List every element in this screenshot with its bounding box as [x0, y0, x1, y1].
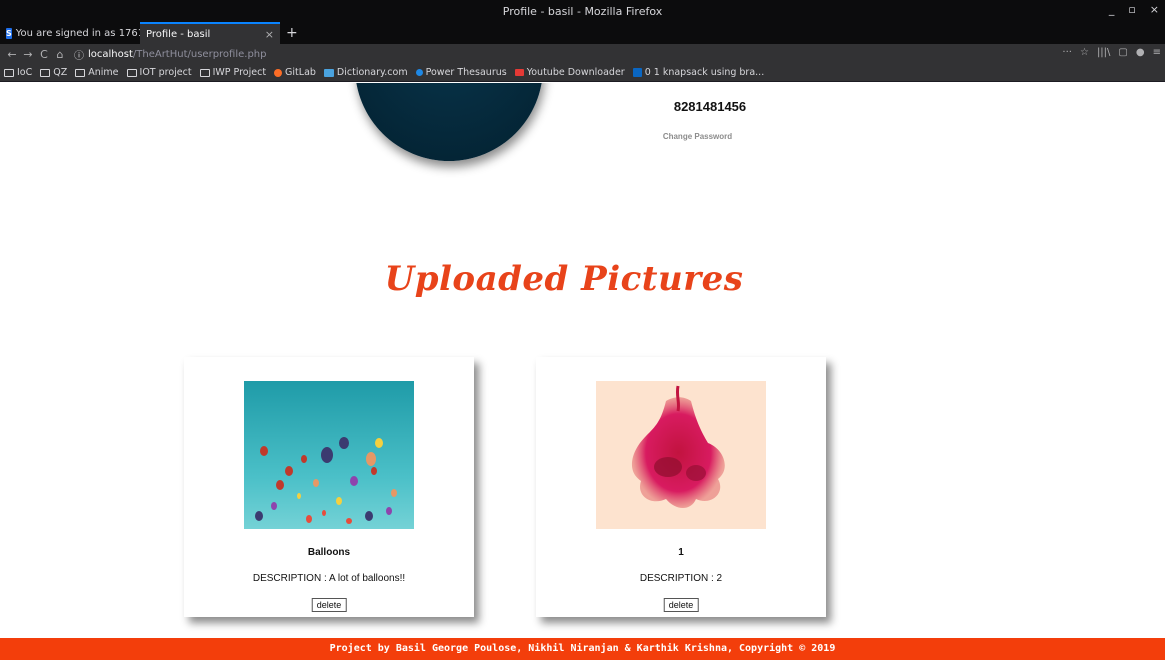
ink-image — [596, 381, 766, 529]
ink-illustration — [631, 385, 725, 508]
dictionary-icon — [323, 68, 334, 77]
bookmark-star-icon[interactable]: ☆ — [1080, 47, 1089, 58]
folder-icon — [126, 68, 137, 77]
minimize-button[interactable]: _ — [1109, 3, 1115, 16]
uploaded-pictures-heading: Uploaded Pictures — [384, 259, 744, 299]
folder-icon — [40, 68, 51, 77]
navigation-bar: ← → C ⌂ ⓘ localhost/TheArtHut/userprofil… — [0, 44, 1165, 64]
tab-label: You are signed in as 1761 — [15, 27, 140, 39]
bookmark-qz[interactable]: QZ — [40, 67, 67, 78]
extension-icon[interactable]: ● — [1136, 47, 1145, 58]
picture-card: 1 DESCRIPTION : 2 delete — [536, 357, 826, 617]
delete-button[interactable]: delete — [311, 598, 347, 612]
url-host: localhost — [88, 48, 133, 60]
bookmark-iwp-project[interactable]: IWP Project — [199, 67, 266, 78]
youtube-icon — [514, 69, 524, 76]
balloons-illustration — [255, 437, 397, 524]
library-icon[interactable]: |||\ — [1097, 47, 1110, 58]
folder-icon — [75, 68, 86, 77]
picture-card: Balloons DESCRIPTION : A lot of balloons… — [184, 357, 474, 617]
reload-icon[interactable]: C — [36, 48, 52, 61]
profile-avatar — [355, 83, 543, 161]
bookmark-anime[interactable]: Anime — [75, 67, 119, 78]
forward-arrow-icon[interactable]: → — [20, 48, 36, 61]
picture-title: 1 — [678, 547, 684, 558]
page-content: 8281481456 Change Password Uploaded Pict… — [0, 83, 1165, 660]
bookmark-knapsack[interactable]: 0 1 knapsack using bra... — [632, 67, 764, 78]
close-icon[interactable]: × — [265, 28, 274, 41]
tab-signed-in[interactable]: S You are signed in as 1761 × — [0, 22, 140, 44]
tab-label: Profile - basil — [146, 28, 211, 40]
picture-title: Balloons — [307, 547, 351, 558]
menu-icon[interactable]: ≡ — [1153, 47, 1161, 58]
folder-icon — [199, 68, 210, 77]
url-path: /TheArtHut/userprofile.php — [132, 48, 267, 60]
gitlab-icon — [274, 68, 283, 77]
window-title: Profile - basil - Mozilla Firefox — [502, 4, 663, 18]
bookmark-ioc[interactable]: IoC — [4, 67, 32, 78]
s-favicon-icon: S — [6, 27, 12, 39]
change-password-link[interactable]: Change Password — [610, 132, 785, 141]
window-titlebar: Profile - basil - Mozilla Firefox _ ▫ × — [0, 0, 1165, 22]
bookmark-youtube-downloader[interactable]: Youtube Downloader — [514, 67, 625, 78]
delete-button[interactable]: delete — [663, 598, 699, 612]
tab-bar: S You are signed in as 1761 × Profile - … — [0, 22, 1165, 44]
toolbar-right: ··· ☆ |||\ ▢ ● ≡ — [1062, 47, 1161, 58]
tab-profile[interactable]: Profile - basil × — [140, 22, 280, 44]
url-bar[interactable]: ⓘ localhost/TheArtHut/userprofile.php — [74, 47, 267, 62]
bookmark-gitlab[interactable]: GitLab — [274, 67, 316, 78]
bookmark-iot-project[interactable]: IOT project — [126, 67, 192, 78]
page-actions-icon[interactable]: ··· — [1062, 47, 1072, 58]
window-controls: _ ▫ × — [1109, 3, 1159, 16]
balloons-image — [244, 381, 414, 529]
picture-description: DESCRIPTION : A lot of balloons!! — [252, 573, 406, 584]
maximize-button[interactable]: ▫ — [1128, 3, 1135, 16]
bookmark-power-thesaurus[interactable]: Power Thesaurus — [415, 67, 507, 78]
sidebar-icon[interactable]: ▢ — [1118, 47, 1127, 58]
thesaurus-icon — [415, 69, 423, 76]
folder-icon — [4, 68, 14, 77]
picture-description: DESCRIPTION : 2 — [639, 573, 723, 584]
home-icon[interactable]: ⌂ — [52, 48, 68, 61]
bookmarks-bar: IoC QZ Anime IOT project IWP Project Git… — [0, 64, 1165, 82]
linkedin-icon — [632, 68, 642, 77]
close-window-button[interactable]: × — [1150, 3, 1159, 16]
profile-phone: 8281481456 — [673, 99, 747, 114]
bookmark-dictionary[interactable]: Dictionary.com — [323, 67, 408, 78]
back-arrow-icon[interactable]: ← — [4, 48, 20, 61]
page-footer: Project by Basil George Poulose, Nikhil … — [0, 638, 1165, 660]
new-tab-button[interactable]: + — [280, 22, 304, 44]
info-icon[interactable]: ⓘ — [74, 47, 84, 62]
